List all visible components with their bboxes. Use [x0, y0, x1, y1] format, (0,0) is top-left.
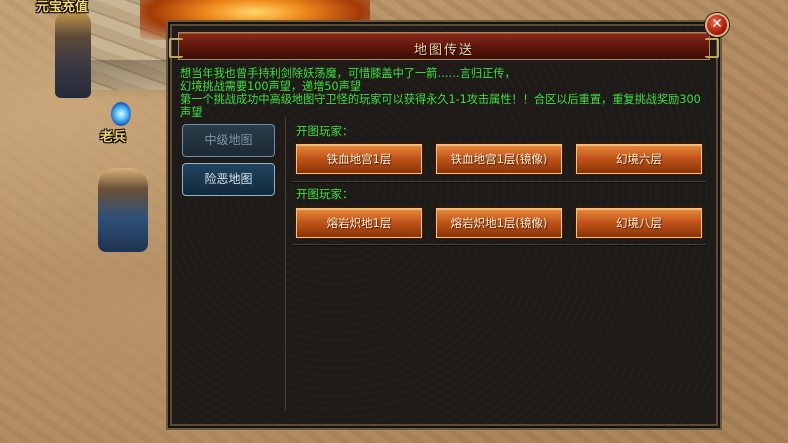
tab-intermediate-maps[interactable]: 中级地图 [182, 124, 275, 157]
map-category-nav: 中级地图 险恶地图 [176, 118, 286, 410]
tab-dangerous-maps[interactable]: 险恶地图 [182, 163, 275, 196]
old-soldier-npc-label: 老兵 [100, 130, 127, 145]
teleport-illusion-6-button[interactable]: 幻境六层 [576, 144, 702, 174]
dialog-titlebar: 地图传送 [169, 32, 719, 60]
dialog-title: 地图传送 [413, 43, 474, 58]
recharge-npc-label: 元宝充值 [36, 0, 89, 15]
intro-line-3: 第一个挑战成功中高级地图守卫怪的玩家可以获得永久1-1攻击属性！！合区以后重置，… [180, 93, 701, 119]
section-2-label: 开图玩家： [296, 187, 354, 201]
teleport-lava-1-mirror-button[interactable]: 熔岩炽地1层(镜像) [436, 208, 562, 238]
teleport-lava-1-button[interactable]: 熔岩炽地1层 [296, 208, 422, 238]
teleport-tiexue-1-button[interactable]: 铁血地宫1层 [296, 144, 422, 174]
close-icon: ✕ [711, 16, 723, 32]
section-1-label: 开图玩家： [296, 124, 354, 138]
teleport-tiexue-1-mirror-button[interactable]: 铁血地宫1层(镜像) [436, 144, 562, 174]
recharge-npc-character[interactable] [55, 10, 91, 98]
intro-line-1: 想当年我也曾手持利剑除妖荡魔，可惜膝盖中了一箭……言归正传， [180, 67, 516, 80]
section-divider [292, 244, 706, 245]
intro-text: 想当年我也曾手持利剑除妖荡魔，可惜膝盖中了一箭……言归正传， 幻境挑战需要100… [180, 67, 710, 119]
intro-line-2: 幻境挑战需要100声望，递增50声望 [180, 80, 362, 93]
section-divider [292, 181, 706, 182]
teleport-illusion-8-button[interactable]: 幻境八层 [576, 208, 702, 238]
portal-orb-icon [111, 102, 131, 126]
old-soldier-npc-character[interactable] [98, 168, 148, 252]
close-button[interactable]: ✕ [705, 13, 729, 37]
